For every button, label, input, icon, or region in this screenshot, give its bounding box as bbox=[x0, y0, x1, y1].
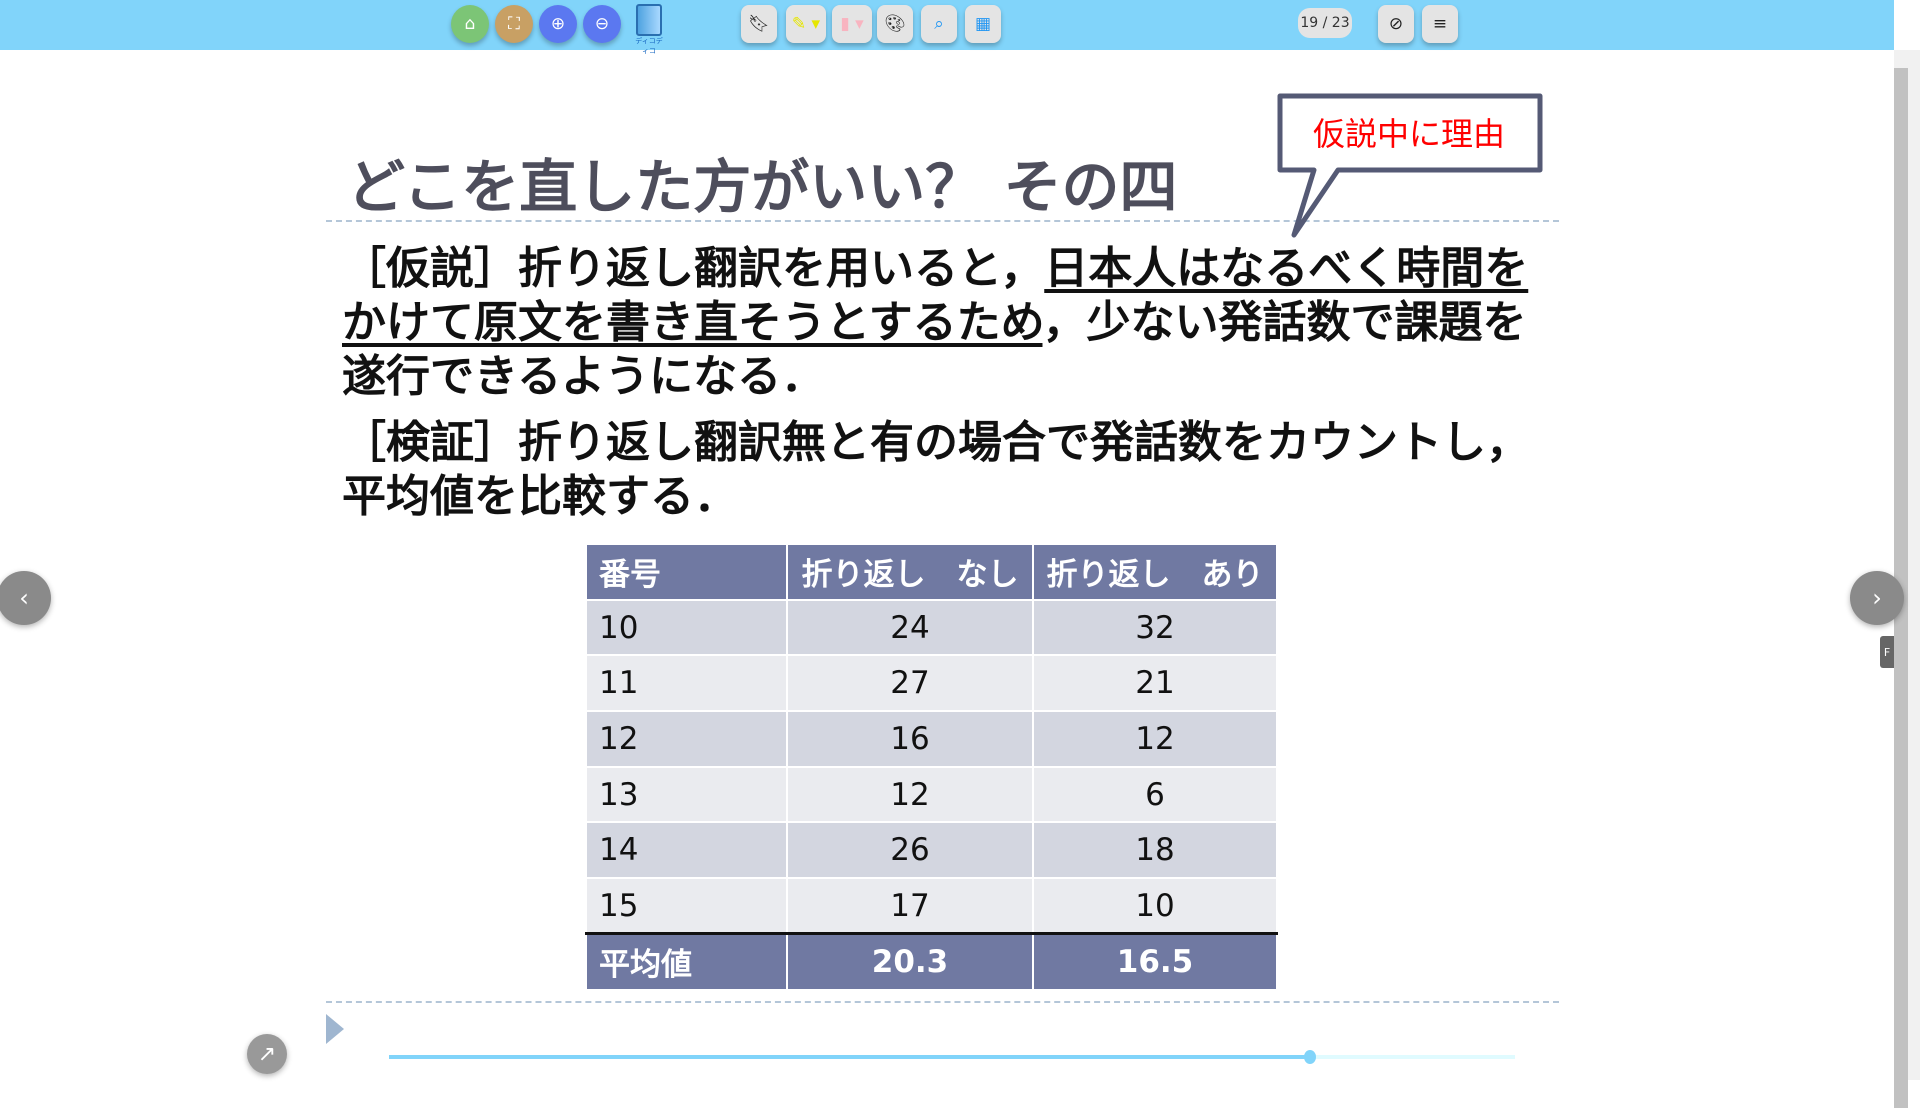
bookmark-button[interactable]: 🔖︎ bbox=[741, 5, 777, 43]
prev-slide-button[interactable]: ‹ bbox=[0, 571, 51, 625]
table-header: 番号 折り返し なし 折り返し あり bbox=[585, 543, 1278, 601]
bookmark-icon: 🔖︎ bbox=[748, 14, 770, 34]
palette-button[interactable]: 🎨︎ bbox=[877, 5, 913, 43]
chevron-left-icon: ‹ bbox=[19, 584, 29, 612]
menu-icon: ≡ bbox=[1432, 14, 1448, 34]
bottom-divider bbox=[326, 1001, 1559, 1003]
progress-slider[interactable] bbox=[389, 1050, 1515, 1064]
table-cell: 15 bbox=[585, 877, 788, 935]
logo-text: ディコディコ bbox=[635, 37, 663, 55]
slide-body: ［仮説］折り返し翻訳を用いると，日本人はなるべく時間をかけて原文を書き直そうとす… bbox=[342, 242, 1532, 536]
table-cell: 13 bbox=[585, 765, 788, 824]
menu-button[interactable]: ≡ bbox=[1422, 5, 1458, 43]
scrollbar[interactable] bbox=[1894, 50, 1920, 1108]
page-indicator: 19 / 23 bbox=[1298, 8, 1352, 38]
next-slide-button[interactable]: › bbox=[1850, 571, 1904, 625]
side-tab[interactable]: F bbox=[1880, 636, 1894, 668]
slide-title: どこを直した方がいい？ その四 bbox=[347, 153, 1178, 221]
hypothesis-pre: ［仮説］折り返し翻訳を用いると， bbox=[342, 243, 1045, 294]
table-cell: 12 bbox=[585, 710, 788, 768]
highlighter-icon: ✎ ▾ bbox=[791, 14, 821, 34]
zoom-in-button[interactable]: ⊕ bbox=[539, 5, 577, 43]
share-button[interactable]: ↗ bbox=[247, 1034, 287, 1074]
book-icon bbox=[636, 4, 662, 36]
table-row: 13 12 6 bbox=[585, 765, 1278, 824]
table-cell: 14 bbox=[585, 821, 788, 880]
header-without: 折り返し なし bbox=[786, 543, 1034, 601]
table-cell: 16 bbox=[786, 710, 1034, 768]
table-cell: 18 bbox=[1032, 821, 1278, 880]
table-cell: 12 bbox=[786, 765, 1034, 824]
home-icon: ⌂ bbox=[464, 14, 476, 34]
toolbar: ⌂ ⛶ ⊕ ⊖ ディコディコ 🔖︎ ✎ ▾ ▮ ▾ 🎨︎ ⌕ ▦ 19 / 23… bbox=[0, 0, 1894, 55]
eye-off-icon: ⊘ bbox=[1388, 14, 1404, 34]
table-cell: 24 bbox=[786, 598, 1034, 657]
home-button[interactable]: ⌂ bbox=[451, 5, 489, 43]
palette-icon: 🎨︎ bbox=[884, 14, 906, 34]
average-label: 平均値 bbox=[585, 932, 788, 991]
search-button[interactable]: ⌕ bbox=[921, 5, 957, 43]
zoom-out-icon: ⊖ bbox=[594, 14, 610, 34]
table-cell: 11 bbox=[585, 654, 788, 713]
table-cell: 10 bbox=[585, 598, 788, 657]
app-logo[interactable]: ディコディコ bbox=[632, 4, 666, 55]
header-with: 折り返し あり bbox=[1032, 543, 1278, 601]
table-cell: 26 bbox=[786, 821, 1034, 880]
table-row: 11 27 21 bbox=[585, 654, 1278, 713]
zoom-in-icon: ⊕ bbox=[550, 14, 566, 34]
table-row: 10 24 32 bbox=[585, 598, 1278, 657]
hypothesis: ［仮説］折り返し翻訳を用いると，日本人はなるべく時間をかけて原文を書き直そうとす… bbox=[342, 242, 1532, 404]
table-cell: 10 bbox=[1032, 877, 1278, 935]
progress-knob[interactable] bbox=[1304, 1050, 1317, 1064]
data-table: 番号 折り返し なし 折り返し あり 10 24 32 11 27 21 12 16 12 13 1… bbox=[585, 543, 1278, 991]
table-row: 12 16 12 bbox=[585, 710, 1278, 768]
average-without: 20.3 bbox=[786, 932, 1034, 991]
progress-fill bbox=[389, 1055, 1311, 1059]
zoom-out-button[interactable]: ⊖ bbox=[583, 5, 621, 43]
play-triangle-icon bbox=[326, 1014, 344, 1044]
table-row: 14 26 18 bbox=[585, 821, 1278, 880]
grid-button[interactable]: ▦ bbox=[965, 5, 1001, 43]
table-cell: 21 bbox=[1032, 654, 1278, 713]
table-row: 15 17 10 bbox=[585, 877, 1278, 935]
average-row: 平均値 20.3 16.5 bbox=[585, 932, 1278, 991]
table-cell: 27 bbox=[786, 654, 1034, 713]
highlighter-button[interactable]: ✎ ▾ bbox=[786, 5, 826, 43]
table-cell: 12 bbox=[1032, 710, 1278, 768]
search-icon: ⌕ bbox=[934, 14, 944, 34]
fullscreen-icon: ⛶ bbox=[508, 14, 520, 34]
fullscreen-button[interactable]: ⛶ bbox=[495, 5, 533, 43]
hide-button[interactable]: ⊘ bbox=[1378, 5, 1414, 43]
callout-text: 仮説中に理由 bbox=[1312, 115, 1505, 153]
table-cell: 32 bbox=[1032, 598, 1278, 657]
eraser-icon: ▮ ▾ bbox=[840, 14, 864, 34]
table-cell: 17 bbox=[786, 877, 1034, 935]
verification: ［検証］折り返し翻訳無と有の場合で発話数をカウントし，平均値を比較する． bbox=[342, 417, 1530, 522]
eraser-button[interactable]: ▮ ▾ bbox=[832, 5, 872, 43]
table-cell: 6 bbox=[1032, 765, 1278, 824]
grid-icon: ▦ bbox=[974, 14, 992, 34]
average-with: 16.5 bbox=[1032, 932, 1278, 991]
chevron-right-icon: › bbox=[1872, 584, 1882, 612]
arrow-up-right-icon: ↗ bbox=[257, 1041, 277, 1067]
header-number: 番号 bbox=[585, 543, 788, 601]
